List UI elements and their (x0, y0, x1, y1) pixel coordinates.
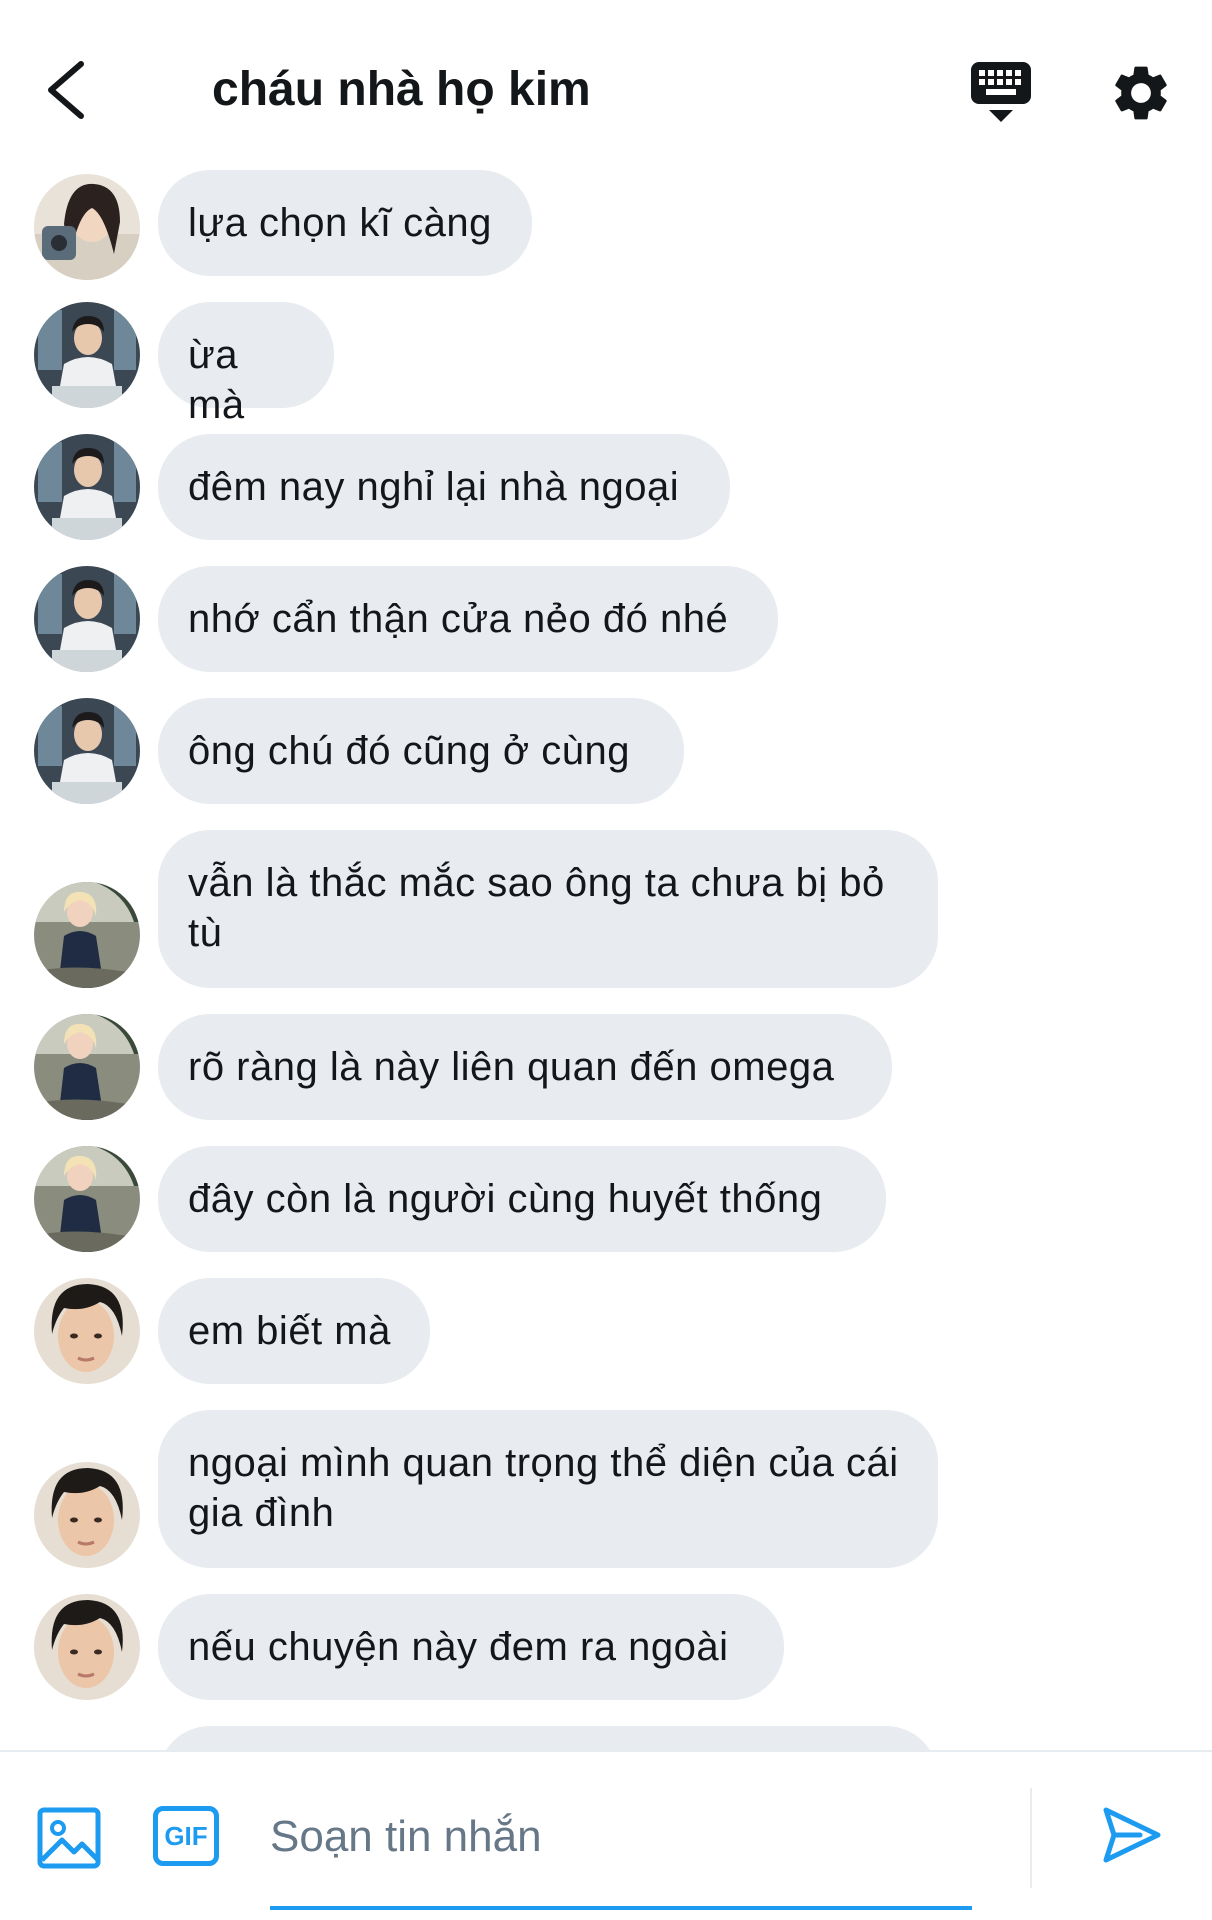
composer: GIF (0, 1750, 1212, 1920)
add-gif-button[interactable]: GIF (153, 1806, 219, 1866)
avatar[interactable] (34, 1462, 140, 1568)
message-bubble[interactable]: nếu chuyện này đem ra ngoài (158, 1594, 784, 1700)
avatar[interactable] (34, 174, 140, 280)
gif-label: GIF (164, 1820, 208, 1851)
settings-button[interactable] (1108, 60, 1174, 126)
dm-conversation-screen: cháu nhà họ kim lựa chọn kĩ càng ừa mà đ… (0, 0, 1212, 1920)
avatar-image (34, 566, 140, 672)
message-text: em biết mà (188, 1309, 391, 1353)
keyboard-icon (971, 62, 1031, 122)
message-bubble[interactable]: em biết mà (158, 1278, 430, 1384)
message-text: ông chú đó cũng ở cùng (188, 729, 630, 773)
add-image-button[interactable] (36, 1804, 104, 1872)
avatar[interactable] (34, 302, 140, 408)
avatar-image (34, 1146, 140, 1252)
avatar-image (34, 174, 140, 280)
composer-divider (1030, 1788, 1032, 1888)
message-text: rõ ràng là này liên quan đến omega (188, 1045, 835, 1089)
send-icon (1103, 1807, 1161, 1863)
message-text: nhớ cẩn thận cửa nẻo đó nhé (188, 597, 729, 641)
gear-icon (1115, 66, 1167, 120)
message-text: nếu chuyện này đem ra ngoài (188, 1625, 729, 1669)
avatar[interactable] (34, 1146, 140, 1252)
image-icon (37, 1807, 101, 1869)
conversation-title[interactable]: cháu nhà họ kim (212, 60, 591, 120)
message-text: ừa mà (188, 333, 245, 427)
avatar-image (34, 1014, 140, 1120)
keyboard-button[interactable] (966, 58, 1036, 128)
message-bubble-partial[interactable] (158, 1726, 938, 1750)
message-text: lựa chọn kĩ càng (188, 201, 492, 245)
avatar-image (34, 1278, 140, 1384)
avatar-image (34, 1462, 140, 1568)
avatar-image (34, 302, 140, 408)
message-text: vẫn là thắc mắc sao ông ta chưa bị bỏ tù (188, 861, 885, 955)
chevron-left-icon (48, 61, 84, 119)
avatar-image (34, 698, 140, 804)
message-bubble[interactable]: nhớ cẩn thận cửa nẻo đó nhé (158, 566, 778, 672)
avatar-image (34, 882, 140, 988)
avatar[interactable] (34, 434, 140, 540)
header: cháu nhà họ kim (0, 0, 1212, 170)
message-bubble[interactable]: lựa chọn kĩ càng (158, 170, 532, 276)
avatar-image (34, 1594, 140, 1700)
avatar[interactable] (34, 1278, 140, 1384)
message-bubble[interactable]: đây còn là người cùng huyết thống (158, 1146, 886, 1252)
avatar[interactable] (34, 1594, 140, 1700)
message-input[interactable] (270, 1792, 972, 1882)
avatar[interactable] (34, 698, 140, 804)
send-button[interactable] (1100, 1804, 1162, 1866)
message-text: đây còn là người cùng huyết thống (188, 1177, 823, 1221)
back-button[interactable] (30, 50, 100, 130)
message-list[interactable]: lựa chọn kĩ càng ừa mà đêm nay nghỉ lại … (0, 170, 1212, 1750)
message-bubble[interactable]: đêm nay nghỉ lại nhà ngoại (158, 434, 730, 540)
message-bubble[interactable]: vẫn là thắc mắc sao ông ta chưa bị bỏ tù (158, 830, 938, 988)
avatar[interactable] (34, 566, 140, 672)
avatar-image (34, 434, 140, 540)
avatar[interactable] (34, 882, 140, 988)
message-text: ngoại mình quan trọng thể diện của cái g… (188, 1441, 899, 1535)
message-bubble[interactable]: ngoại mình quan trọng thể diện của cái g… (158, 1410, 938, 1568)
message-bubble[interactable]: rõ ràng là này liên quan đến omega (158, 1014, 892, 1120)
message-text: đêm nay nghỉ lại nhà ngoại (188, 465, 680, 509)
message-bubble[interactable]: ông chú đó cũng ở cùng (158, 698, 684, 804)
input-underline (270, 1906, 972, 1910)
message-bubble[interactable]: ừa mà (158, 302, 334, 427)
avatar[interactable] (34, 1014, 140, 1120)
